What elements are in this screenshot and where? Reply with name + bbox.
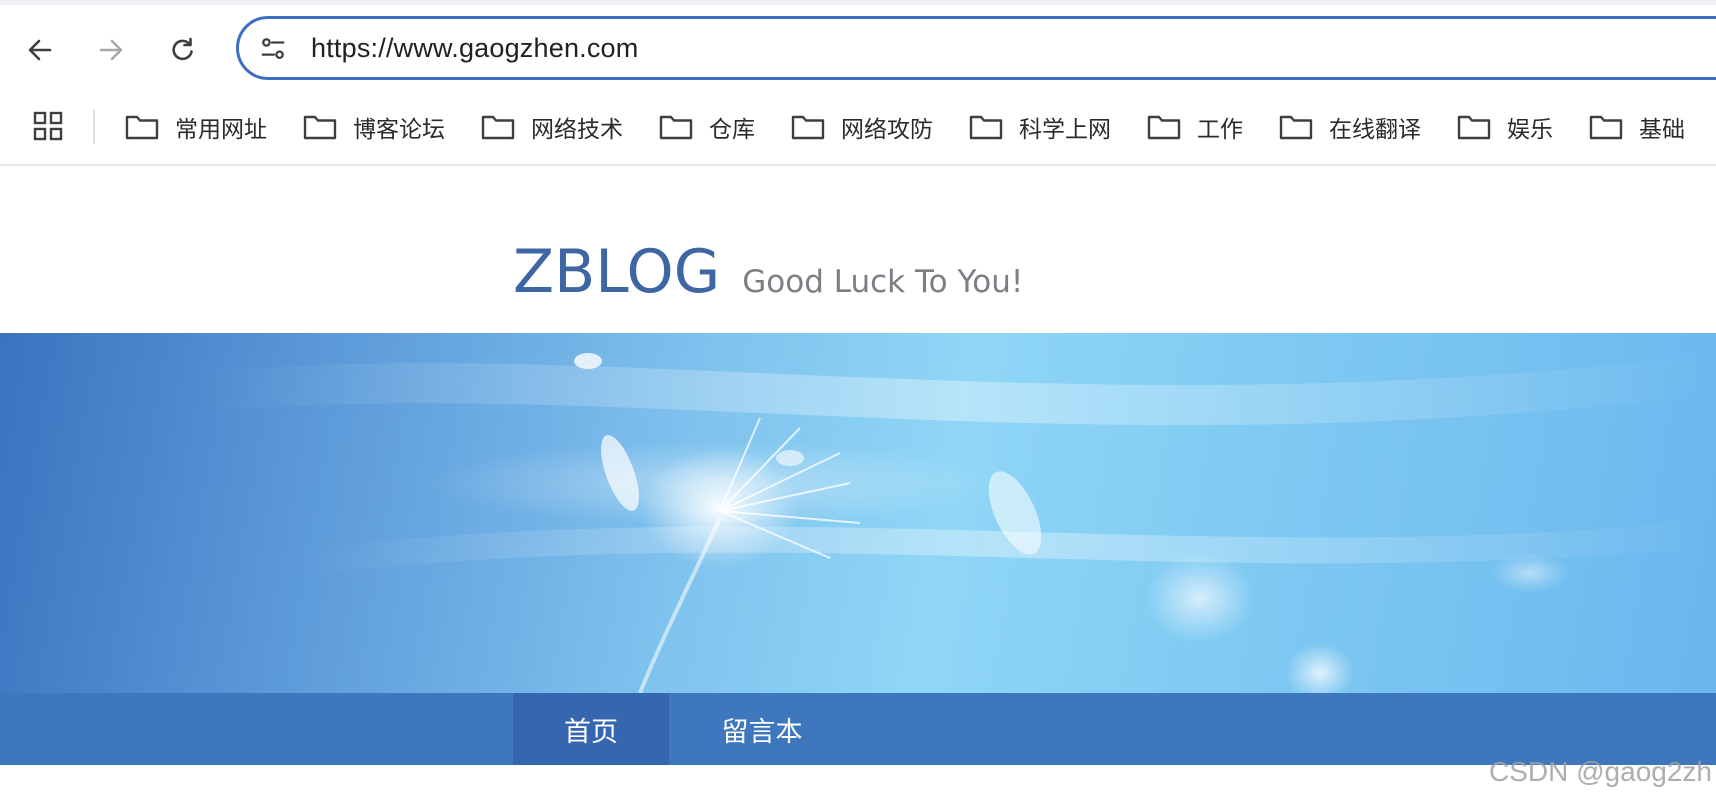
site-title[interactable]: ZBLOG — [513, 242, 720, 302]
bookmark-folder[interactable]: 常用网址 — [124, 110, 267, 144]
bookmark-label: 工作 — [1197, 117, 1243, 143]
header-banner-image — [0, 333, 1716, 693]
bookmarks-separator — [93, 110, 95, 144]
folder-icon — [481, 115, 515, 140]
apps-grid-icon — [33, 111, 63, 141]
bookmark-folder[interactable]: 娱乐 — [1456, 110, 1553, 144]
nav-home[interactable]: 首页 — [513, 693, 669, 765]
folder-icon — [791, 115, 825, 140]
bookmark-label: 科学上网 — [1019, 117, 1111, 143]
arrow-right-icon — [99, 39, 123, 61]
address-bar[interactable]: https://www.gaogzhen.com — [236, 16, 1716, 80]
forward-button[interactable] — [91, 30, 131, 70]
folder-icon — [969, 115, 1003, 140]
url-text[interactable]: https://www.gaogzhen.com — [311, 33, 638, 64]
bookmark-folder[interactable]: 在线翻译 — [1278, 110, 1421, 144]
reload-button[interactable] — [163, 30, 203, 70]
back-button[interactable] — [20, 30, 60, 70]
bookmark-list: 常用网址 博客论坛 网络技术 仓库 网络攻防 科学上网 工作 在线翻译 娱乐 基… — [124, 106, 1716, 148]
bookmark-folder[interactable]: 网络技术 — [480, 110, 623, 144]
folder-icon — [303, 115, 337, 140]
bookmark-label: 基础 — [1639, 117, 1685, 143]
folder-icon — [1279, 115, 1313, 140]
tab-strip-edge — [0, 0, 1716, 5]
folder-icon — [1147, 115, 1181, 140]
bookmarks-bar: 常用网址 博客论坛 网络技术 仓库 网络攻防 科学上网 工作 在线翻译 娱乐 基… — [0, 96, 1716, 166]
bookmark-label: 博客论坛 — [353, 117, 445, 143]
browser-toolbar: https://www.gaogzhen.com — [0, 0, 1716, 96]
apps-button[interactable] — [30, 108, 66, 144]
bookmark-folder[interactable]: 仓库 — [658, 110, 755, 144]
nav-guestbook[interactable]: 留言本 — [690, 693, 834, 765]
folder-icon — [125, 115, 159, 140]
bookmark-label: 网络攻防 — [841, 117, 933, 143]
site-settings-button[interactable] — [257, 33, 289, 65]
bookmark-folder[interactable]: 基础 — [1588, 110, 1685, 144]
site-tagline: Good Luck To You! — [742, 264, 1024, 300]
bookmark-folder[interactable]: 网络攻防 — [790, 110, 933, 144]
bookmark-folder[interactable]: 科学上网 — [968, 110, 1111, 144]
tune-icon — [261, 38, 285, 59]
reload-icon — [172, 37, 193, 61]
bookmark-folder[interactable]: 博客论坛 — [302, 110, 445, 144]
bookmark-label: 常用网址 — [175, 117, 267, 143]
folder-icon — [1457, 115, 1491, 140]
bookmark-label: 仓库 — [709, 117, 755, 143]
bookmark-label: 在线翻译 — [1329, 117, 1421, 143]
watermark: CSDN @gaog2zh — [1489, 756, 1712, 787]
arrow-left-icon — [28, 39, 52, 61]
main-navigation: 首页 留言本 — [0, 693, 1716, 765]
bookmark-label: 娱乐 — [1507, 117, 1553, 143]
bookmark-folder[interactable]: 工作 — [1146, 110, 1243, 144]
web-page: ZBLOG Good Luck To You! 首页 留言本 — [0, 166, 1716, 796]
site-header: ZBLOG Good Luck To You! — [513, 242, 1023, 302]
folder-icon — [1589, 115, 1623, 140]
folder-icon — [659, 115, 693, 140]
bookmark-label: 网络技术 — [531, 117, 623, 143]
dandelion-illustration — [198, 353, 1716, 693]
